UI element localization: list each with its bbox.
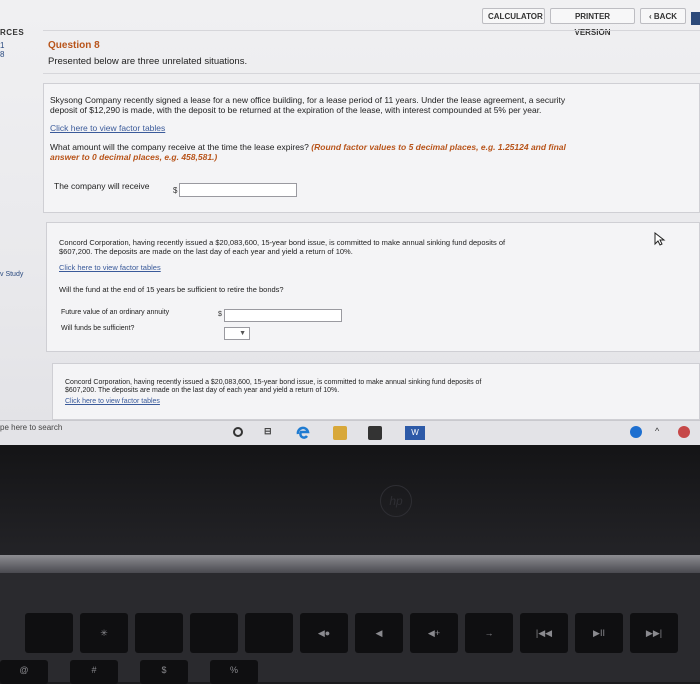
laptop-bezel (0, 445, 700, 555)
back-button[interactable]: ‹ BACK (640, 8, 686, 24)
key-hash: # (70, 660, 118, 684)
key-f4 (245, 613, 293, 653)
fv-annuity-input[interactable] (224, 309, 342, 322)
part-1-text-line2: deposit of $12,290 is made, with the dep… (50, 105, 542, 115)
part-3-factor-tables-link[interactable]: Click here to view factor tables (65, 398, 160, 405)
funds-sufficient-select[interactable]: ▼ (224, 327, 250, 340)
sidebar-item-a[interactable]: 1 (0, 41, 4, 50)
key-f5: ◀● (300, 613, 348, 653)
mouse-cursor-icon (654, 232, 666, 246)
question-title: Question 8 (48, 40, 100, 51)
part-2-panel: Concord Corporation, having recently iss… (46, 222, 700, 352)
hp-logo: hp (380, 485, 412, 517)
top-toolbar: CALCULATOR PRINTER VERSION ‹ BACK (0, 0, 700, 37)
edge-tab[interactable] (691, 12, 700, 25)
sidebar-item-b[interactable]: 8 (0, 50, 4, 59)
key-f7: ◀+ (410, 613, 458, 653)
key-f9: |◀◀ (520, 613, 568, 653)
question-intro: Presented below are three unrelated situ… (48, 56, 248, 67)
calculator-button[interactable]: CALCULATOR (482, 8, 545, 24)
part-1-prompt: What amount will the company receive at … (50, 142, 309, 152)
part-3-panel: Concord Corporation, having recently iss… (52, 363, 700, 420)
part-3-text-line2: $607,200. The deposits are made on the l… (65, 387, 340, 394)
key-f1: ✳ (80, 613, 128, 653)
part-1-factor-tables-link[interactable]: Click here to view factor tables (50, 123, 165, 133)
tray-app-icon[interactable] (678, 426, 690, 438)
part-1-currency: $ (173, 186, 178, 195)
printer-version-button[interactable]: PRINTER VERSION (550, 8, 635, 37)
task-view-icon[interactable]: ⊟ (264, 426, 278, 440)
part-1-answer-label: The company will receive (54, 181, 150, 191)
store-icon[interactable] (368, 426, 382, 440)
edge-browser-icon[interactable] (296, 426, 310, 440)
key-percent: % (210, 660, 258, 684)
file-explorer-icon[interactable] (333, 426, 347, 440)
chevron-up-icon[interactable]: ^ (655, 426, 669, 440)
chevron-down-icon: ▼ (239, 330, 246, 337)
part-2-factor-tables-link[interactable]: Click here to view factor tables (59, 263, 161, 272)
key-f3 (190, 613, 238, 653)
part-1-instruction-line1: (Round factor values to 5 decimal places… (311, 142, 566, 152)
part-2-currency: $ (218, 311, 222, 318)
company-receive-input[interactable] (179, 183, 297, 197)
sidebar-resources-label: RCES (0, 28, 25, 37)
key-dollar: $ (140, 660, 188, 684)
sidebar: RCES 1 8 v Study (0, 28, 40, 423)
word-icon[interactable]: W (405, 426, 425, 440)
key-esc (25, 613, 73, 653)
key-f8: → (465, 613, 513, 653)
cortana-icon[interactable] (233, 427, 243, 437)
part-1-instruction-line2: answer to 0 decimal places, e.g. 458,581… (50, 152, 218, 162)
part-1-panel: Skysong Company recently signed a lease … (43, 83, 700, 213)
key-f11: ▶▶| (630, 613, 678, 653)
part-2-prompt: Will the fund at the end of 15 years be … (59, 285, 284, 294)
laptop-hinge (0, 555, 700, 573)
taskbar-search-box[interactable]: pe here to search (0, 423, 62, 432)
question-header: Question 8 Presented below are three unr… (43, 30, 700, 74)
fv-annuity-label: Future value of an ordinary annuity (61, 309, 170, 316)
part-2-text-line2: $607,200. The deposits are made on the l… (59, 247, 353, 256)
funds-sufficient-label: Will funds be sufficient? (61, 325, 135, 332)
windows-taskbar: pe here to search ⊟ W ^ (0, 420, 700, 445)
browser-screen: CALCULATOR PRINTER VERSION ‹ BACK RCES 1… (0, 0, 700, 445)
key-f6: ◀ (355, 613, 403, 653)
sidebar-study-link[interactable]: v Study (0, 271, 23, 278)
key-f10: ▶II (575, 613, 623, 653)
key-f2 (135, 613, 183, 653)
key-at: @ (0, 660, 48, 684)
help-icon[interactable] (630, 426, 642, 438)
